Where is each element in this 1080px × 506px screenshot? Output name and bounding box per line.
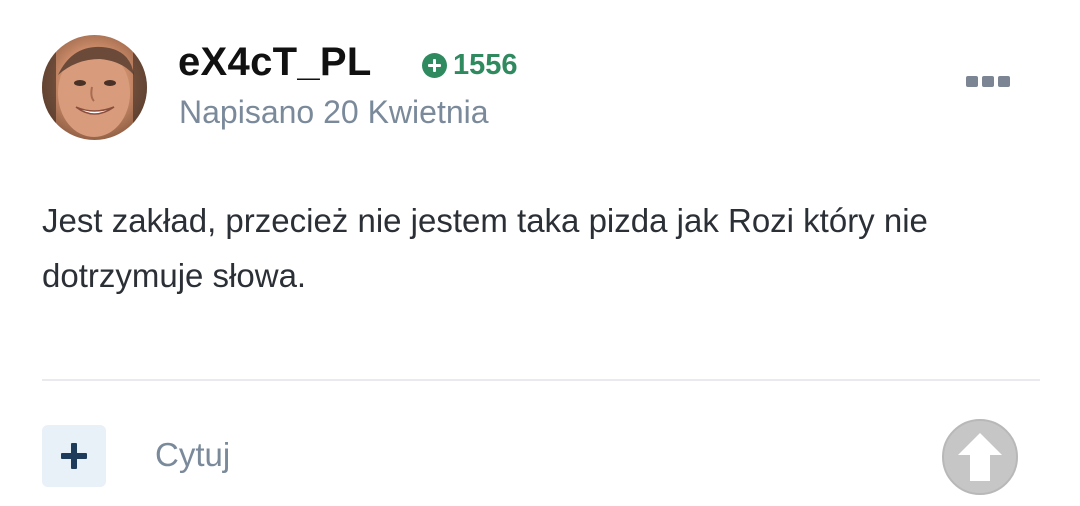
avatar[interactable] — [42, 35, 147, 140]
author-name[interactable]: eX4cT_PL — [178, 38, 372, 86]
add-button[interactable] — [42, 425, 106, 487]
reputation-count: 1556 — [453, 48, 518, 81]
post-content: Jest zakład, przecież nie jestem taka pi… — [42, 202, 928, 294]
plus-circle-icon — [422, 52, 447, 78]
divider — [42, 379, 1040, 381]
more-options-icon[interactable] — [962, 70, 1014, 92]
arrow-up-icon — [958, 433, 1002, 481]
avatar-photo — [42, 35, 147, 140]
upvote-button[interactable] — [942, 419, 1018, 495]
reputation-badge: 1556 — [422, 48, 518, 81]
menu-dot — [982, 75, 994, 87]
post-date: Napisano 20 Kwietnia — [179, 94, 489, 130]
menu-dot — [998, 75, 1010, 87]
menu-dot — [966, 75, 978, 87]
quote-button[interactable]: Cytuj — [155, 434, 230, 476]
